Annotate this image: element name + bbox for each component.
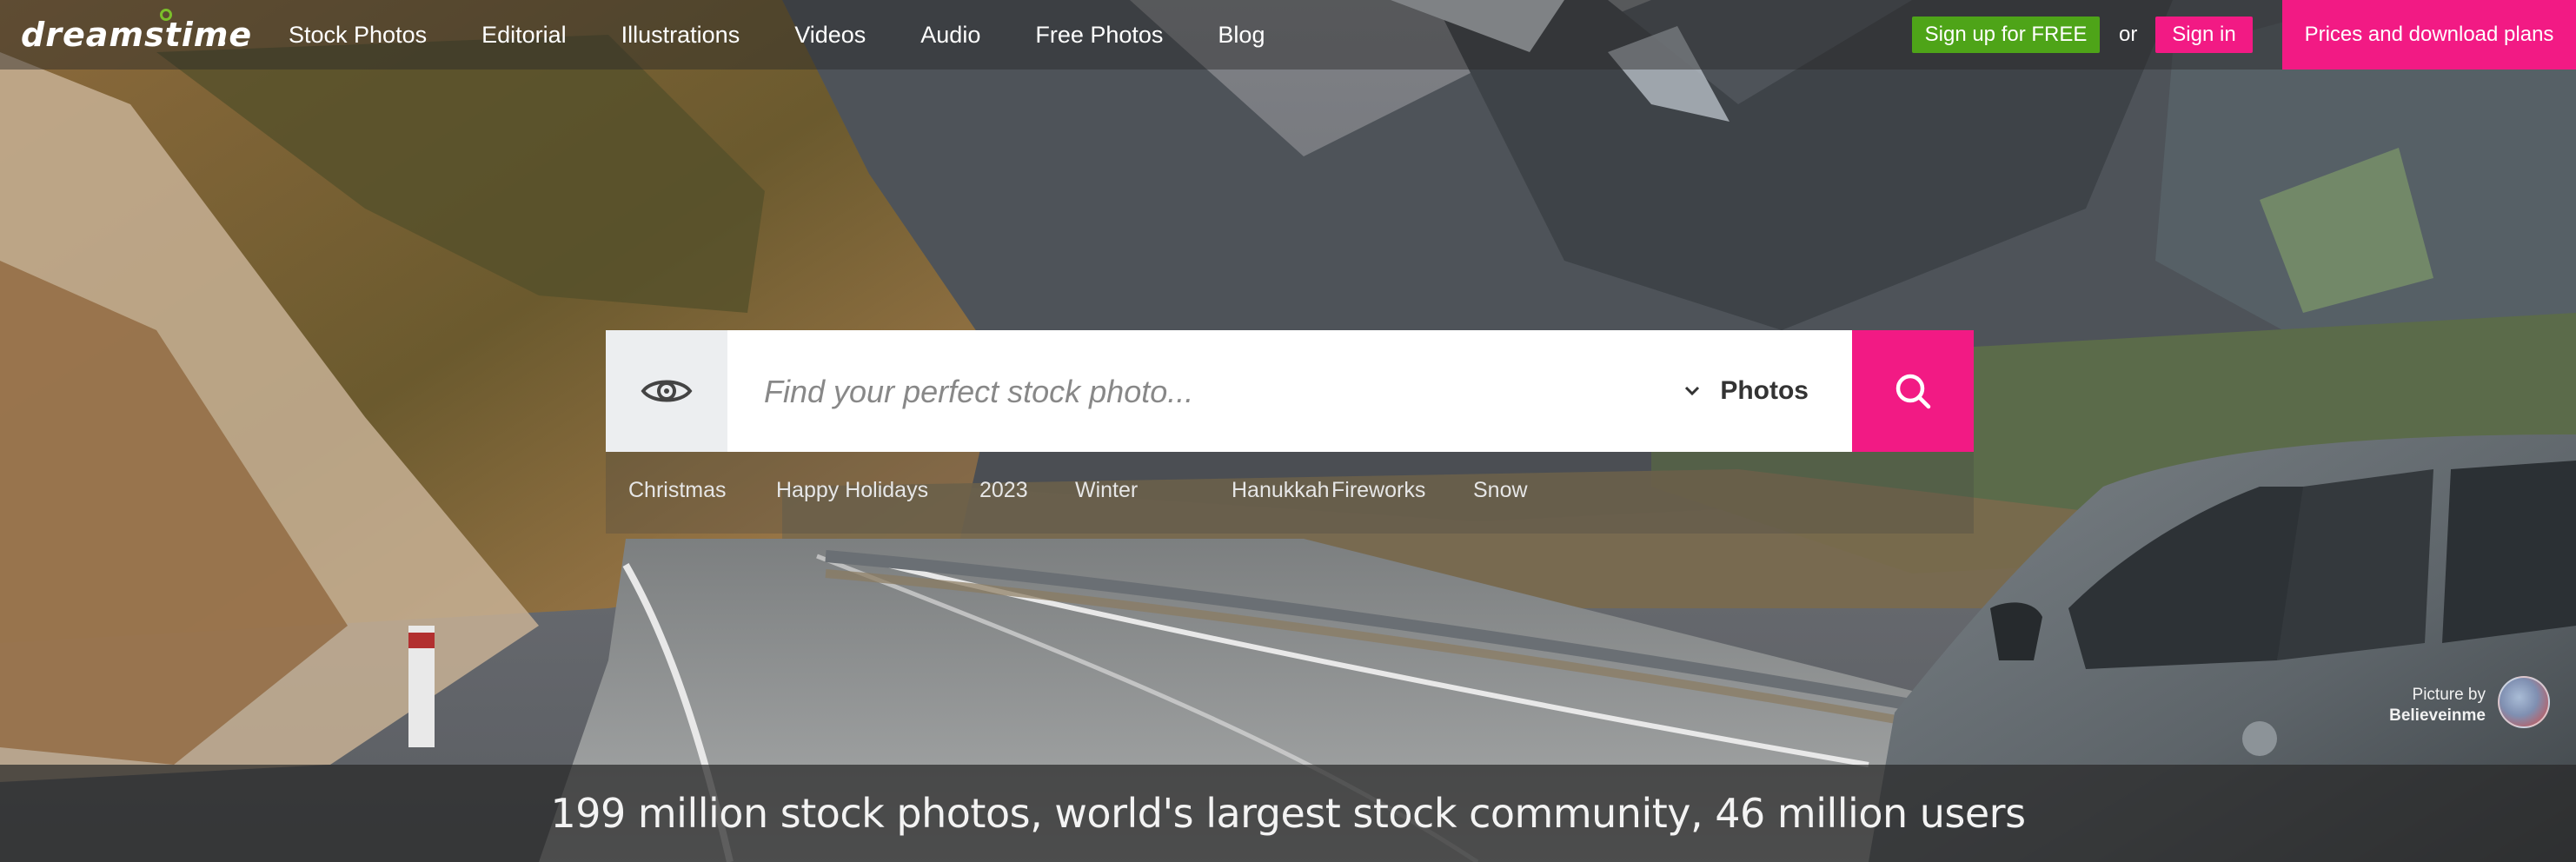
- nav-illustrations[interactable]: Illustrations: [621, 22, 740, 49]
- tag-christmas[interactable]: Christmas: [628, 478, 727, 503]
- stats-text: 199 million stock photos, world's larges…: [550, 790, 2026, 837]
- magnifier-icon: [1895, 374, 1931, 409]
- photo-credit[interactable]: Picture by Believeinme: [2381, 685, 2486, 726]
- prices-plans-button[interactable]: Prices and download plans: [2282, 0, 2576, 70]
- dreamstime-logo[interactable]: dreamstime: [21, 16, 252, 54]
- main-nav: Stock Photos Editorial Illustrations Vid…: [289, 0, 1319, 70]
- search-type-value: Photos: [1720, 376, 1809, 405]
- tag-snow[interactable]: Snow: [1473, 478, 1528, 503]
- tag-hanukkah[interactable]: Hanukkah: [1232, 478, 1330, 503]
- tag-winter[interactable]: Winter: [1075, 478, 1138, 503]
- visual-search-button[interactable]: [606, 330, 727, 452]
- stats-banner: 199 million stock photos, world's larges…: [0, 765, 2576, 862]
- author-avatar[interactable]: [2498, 676, 2550, 728]
- search-submit-button[interactable]: [1852, 330, 1974, 452]
- logo-dot-icon: [219, 40, 225, 46]
- tag-2023[interactable]: 2023: [979, 478, 1028, 503]
- nav-free-photos[interactable]: Free Photos: [1035, 22, 1163, 49]
- search-input[interactable]: [762, 330, 1635, 454]
- eye-icon: [641, 380, 693, 402]
- logo-swirl-icon: [160, 9, 172, 21]
- nav-stock-photos[interactable]: Stock Photos: [289, 22, 427, 49]
- nav-audio[interactable]: Audio: [920, 22, 980, 49]
- search-bar: Photos: [606, 330, 1974, 454]
- credit-label: Picture by: [2412, 686, 2486, 704]
- nav-editorial[interactable]: Editorial: [481, 22, 567, 49]
- search-type-dropdown[interactable]: Photos: [1683, 330, 1809, 452]
- trending-tags: Christmas Happy Holidays 2023 Winter Han…: [606, 452, 1974, 534]
- signin-button[interactable]: Sign in: [2155, 17, 2253, 53]
- tag-fireworks[interactable]: Fireworks: [1331, 478, 1425, 503]
- or-separator: or: [2119, 23, 2138, 46]
- signup-button[interactable]: Sign up for FREE: [1912, 17, 2100, 53]
- credit-author: Believeinme: [2389, 706, 2486, 725]
- tag-happy-holidays[interactable]: Happy Holidays: [776, 478, 928, 503]
- search-field-container: Photos: [727, 330, 1852, 454]
- nav-blog[interactable]: Blog: [1218, 22, 1265, 49]
- nav-videos[interactable]: Videos: [794, 22, 866, 49]
- chevron-down-icon: [1685, 386, 1700, 396]
